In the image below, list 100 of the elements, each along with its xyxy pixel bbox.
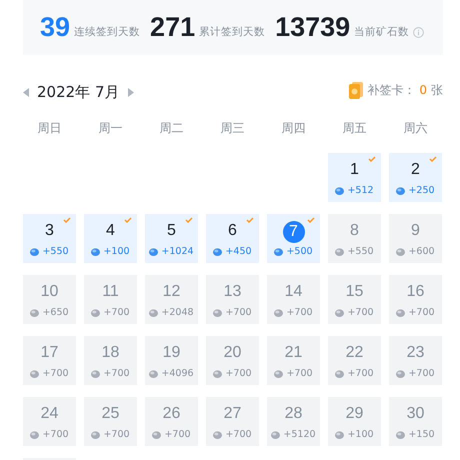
day-number: 13 <box>224 282 242 302</box>
day-cell[interactable]: 16 +700 <box>389 275 442 324</box>
day-cell[interactable]: 13 +700 <box>206 275 259 324</box>
info-icon[interactable] <box>413 26 424 38</box>
reward-amount: +100 <box>347 428 374 442</box>
next-month-icon[interactable] <box>128 88 134 97</box>
day-number: 29 <box>346 404 364 424</box>
day-number: 1 <box>350 160 359 180</box>
previous-month-icon[interactable] <box>23 88 29 97</box>
day-cell[interactable]: 4 +100 <box>84 214 137 263</box>
ore-icon <box>335 431 344 440</box>
ore-icon <box>152 431 162 440</box>
day-cell[interactable]: 20 +700 <box>206 336 259 385</box>
day-number: 12 <box>162 282 180 302</box>
day-cell[interactable]: 29 +100 <box>328 397 381 446</box>
day-cell[interactable]: 27 +700 <box>206 397 259 446</box>
makeup-card-count: 0 <box>419 82 427 99</box>
reward-amount: +512 <box>347 184 374 198</box>
ore-icon <box>213 431 222 440</box>
reward-amount: +1024 <box>161 245 194 259</box>
reward-amount: +500 <box>286 245 313 259</box>
stat-value: 271 <box>150 14 196 41</box>
day-number: 27 <box>224 404 242 424</box>
ore-icon <box>335 187 344 196</box>
weekday-label: 周二 <box>158 120 184 137</box>
day-cell[interactable]: 17 +700 <box>23 336 76 385</box>
day-cell[interactable]: 28 +5120 <box>267 397 320 446</box>
day-cell[interactable]: 7 +500 <box>267 214 320 263</box>
ore-icon <box>335 370 344 378</box>
reward-amount: +100 <box>103 245 130 259</box>
ore-icon <box>91 431 100 440</box>
ore-icon <box>335 309 344 318</box>
day-cell[interactable]: 1 +512 <box>328 153 381 202</box>
day-cell[interactable]: 3 +550 <box>23 214 76 263</box>
day-cell[interactable]: 9 +600 <box>389 214 442 263</box>
ore-icon <box>149 309 158 318</box>
month-label: 2022年 7月 <box>37 82 120 103</box>
ore-icon <box>30 431 40 440</box>
day-number: 17 <box>40 343 58 363</box>
reward-amount: +550 <box>347 245 374 259</box>
ore-icon <box>274 309 284 318</box>
day-cell[interactable]: 24 +700 <box>23 397 76 446</box>
day-cell[interactable]: 19 +4096 <box>145 336 198 385</box>
day-cell[interactable]: 12 +2048 <box>145 275 198 324</box>
weekday-label: 周一 <box>98 120 124 137</box>
day-cell[interactable]: 5 +1024 <box>145 214 198 263</box>
ore-icon <box>213 370 222 378</box>
ore-icon <box>396 370 406 378</box>
day-cell[interactable]: 10 +650 <box>23 275 76 324</box>
checkmark-icon <box>124 217 132 223</box>
reward-amount: +700 <box>42 367 69 381</box>
day-cell[interactable]: 18 +700 <box>84 336 137 385</box>
day-number: 19 <box>162 343 180 363</box>
makeup-card-unit: 张 <box>431 82 443 99</box>
ore-icon <box>30 248 40 256</box>
day-cell[interactable]: 30 +150 <box>389 397 442 446</box>
reward-amount: +700 <box>225 367 252 381</box>
day-number: 16 <box>406 282 424 302</box>
reward-amount: +650 <box>42 306 69 320</box>
day-cell[interactable]: 11 +700 <box>84 275 137 324</box>
day-cell[interactable]: 6 +450 <box>206 214 259 263</box>
weekday-label: 周日 <box>36 120 62 137</box>
reward-amount: +700 <box>408 367 435 381</box>
day-number: 14 <box>284 282 302 302</box>
reward-amount: +4096 <box>161 367 194 381</box>
day-number: 2 <box>411 160 420 180</box>
ore-icon <box>149 248 158 256</box>
day-cell[interactable]: 23 +700 <box>389 336 442 385</box>
ore-icon <box>396 187 406 196</box>
day-cell[interactable]: 21 +700 <box>267 336 320 385</box>
day-cell[interactable]: 8 +550 <box>328 214 381 263</box>
reward-amount: +150 <box>408 428 435 442</box>
reward-amount: +700 <box>286 367 313 381</box>
checkmark-icon <box>63 217 71 223</box>
day-number: 25 <box>102 404 120 424</box>
day-cell[interactable]: 2 +250 <box>389 153 442 202</box>
ore-icon <box>30 370 40 378</box>
reward-amount: +700 <box>286 306 313 320</box>
day-number: 6 <box>228 221 237 241</box>
ore-icon <box>91 309 100 318</box>
day-cell[interactable]: 15 +700 <box>328 275 381 324</box>
day-number: 15 <box>346 282 364 302</box>
reward-amount: +450 <box>225 245 252 259</box>
makeup-card-label: 补签卡： <box>367 82 416 99</box>
checkmark-icon <box>246 217 254 223</box>
day-cell[interactable]: 14 +700 <box>267 275 320 324</box>
day-cell[interactable]: 25 +700 <box>84 397 137 446</box>
day-number: 21 <box>284 343 302 363</box>
stat-value: 39 <box>40 14 70 41</box>
day-cell[interactable]: 26 +700 <box>145 397 198 446</box>
ore-icon <box>149 370 158 378</box>
checkmark-icon <box>307 217 315 223</box>
reward-amount: +700 <box>103 367 130 381</box>
reward-amount: +700 <box>42 428 69 442</box>
reward-amount: +600 <box>408 245 435 259</box>
weekday-label: 周五 <box>342 120 368 137</box>
weekday-label: 周四 <box>280 120 306 137</box>
ore-icon <box>396 309 406 318</box>
day-cell[interactable]: 22 +700 <box>328 336 381 385</box>
reward-amount: +700 <box>103 428 130 442</box>
